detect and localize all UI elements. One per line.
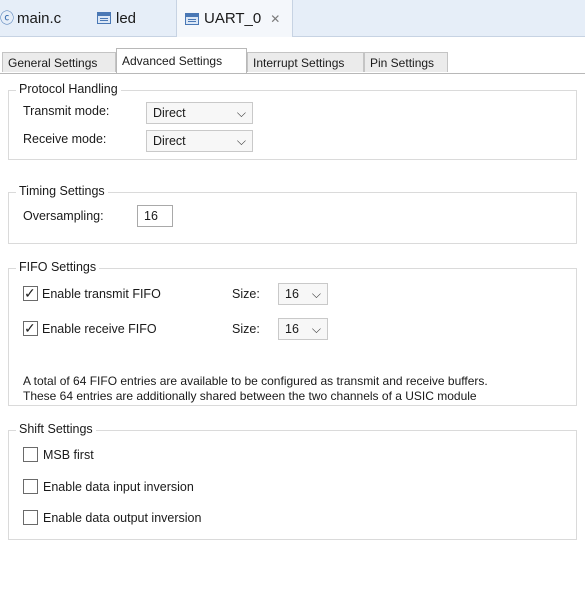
msb-first-checkbox[interactable] [23,447,38,462]
config-file-icon [185,12,199,25]
tab-advanced-settings[interactable]: Advanced Settings [116,48,247,73]
c-file-icon: ⓒ [0,10,14,26]
tab-general-settings[interactable]: General Settings [2,52,116,72]
oversampling-input[interactable]: 16 [137,205,173,227]
editor-tab-label: main.c [17,9,62,27]
data-input-inversion-label: Enable data input inversion [43,480,194,494]
msb-first-label: MSB first [43,448,94,462]
editor-tab-label: led [116,9,137,27]
receive-fifo-size-select[interactable]: 16 ⌵ [278,318,328,340]
settings-tab-bar: General Settings Advanced Settings Inter… [0,48,585,74]
fifo-info-line-1: A total of 64 FIFO entries are available… [23,374,488,388]
enable-receive-fifo-label: Enable receive FIFO [42,322,157,336]
transmit-mode-label: Transmit mode: [23,104,110,118]
fifo-info-line-2: These 64 entries are additionally shared… [23,389,477,403]
transmit-fifo-size-label: Size: [232,287,260,301]
fifo-settings-title: FIFO Settings [16,260,100,274]
receive-fifo-size-value: 16 [285,322,299,336]
editor-tab-main-c[interactable]: ⓒ main.c [0,0,61,36]
fifo-info-text: A total of 64 FIFO entries are available… [23,374,488,404]
config-file-icon [97,12,111,24]
chevron-down-icon: ⌵ [236,106,246,120]
transmit-mode-select[interactable]: Direct ⌵ [146,102,253,124]
editor-tab-led[interactable]: led [97,0,136,36]
transmit-mode-value: Direct [153,106,186,120]
tab-pin-settings[interactable]: Pin Settings [364,52,448,72]
receive-mode-value: Direct [153,134,186,148]
data-output-inversion-label: Enable data output inversion [43,511,202,525]
data-output-inversion-checkbox[interactable] [23,510,38,525]
oversampling-label: Oversampling: [23,209,104,223]
enable-transmit-fifo-label: Enable transmit FIFO [42,287,161,301]
enable-receive-fifo-checkbox[interactable]: ✓ [23,320,38,336]
receive-mode-label: Receive mode: [23,132,107,146]
chevron-down-icon: ⌵ [236,134,246,148]
tab-interrupt-settings[interactable]: Interrupt Settings [247,52,364,72]
data-input-inversion-checkbox[interactable] [23,479,38,494]
shift-settings-title: Shift Settings [16,422,96,436]
transmit-fifo-size-value: 16 [285,287,299,301]
checkmark-icon: ✓ [24,285,36,301]
editor-tab-label: UART_0 [204,10,262,27]
transmit-fifo-size-select[interactable]: 16 ⌵ [278,283,328,305]
checkmark-icon: ✓ [24,320,36,336]
receive-fifo-size-label: Size: [232,322,260,336]
chevron-down-icon: ⌵ [311,287,321,301]
protocol-handling-title: Protocol Handling [16,82,121,96]
protocol-handling-group [8,90,577,160]
chevron-down-icon: ⌵ [311,322,321,336]
enable-transmit-fifo-checkbox[interactable]: ✓ [23,285,38,301]
receive-mode-select[interactable]: Direct ⌵ [146,130,253,152]
close-icon[interactable]: ✕ [270,12,280,26]
editor-tab-uart0[interactable]: UART_0 ✕ [176,0,294,37]
editor-tab-bar: ⓒ main.c led UART_0 ✕ [0,0,585,37]
timing-settings-title: Timing Settings [16,184,108,198]
